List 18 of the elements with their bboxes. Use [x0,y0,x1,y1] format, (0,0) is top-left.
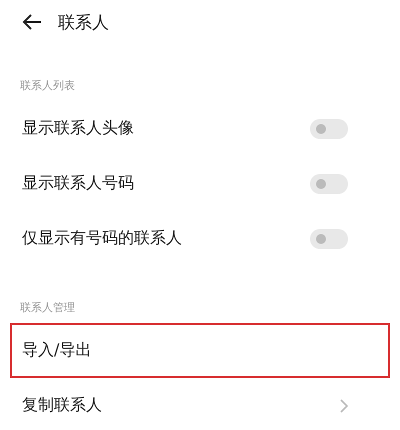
settings-row[interactable]: 导入/导出 [10,323,390,378]
row-label: 显示联系人头像 [22,118,134,139]
toggle-switch[interactable] [310,174,348,194]
row-label: 仅显示有号码的联系人 [22,228,182,249]
back-icon[interactable] [22,14,42,30]
chevron-icon [340,398,348,412]
toggle-switch[interactable] [310,228,348,248]
settings-row[interactable]: 仅显示有号码的联系人 [10,211,390,266]
page-title: 联系人 [58,12,109,34]
settings-row[interactable]: 显示联系人号码 [10,156,390,211]
row-label: 复制联系人 [22,395,102,416]
row-label: 导入/导出 [22,340,92,361]
section-header: 联系人列表 [19,78,76,93]
settings-row[interactable]: 复制联系人 [10,378,390,430]
settings-row[interactable]: 显示联系人头像 [10,101,390,156]
toggle-switch[interactable] [310,118,348,138]
section-header: 联系人管理 [19,300,76,315]
row-label: 显示联系人号码 [22,173,134,194]
